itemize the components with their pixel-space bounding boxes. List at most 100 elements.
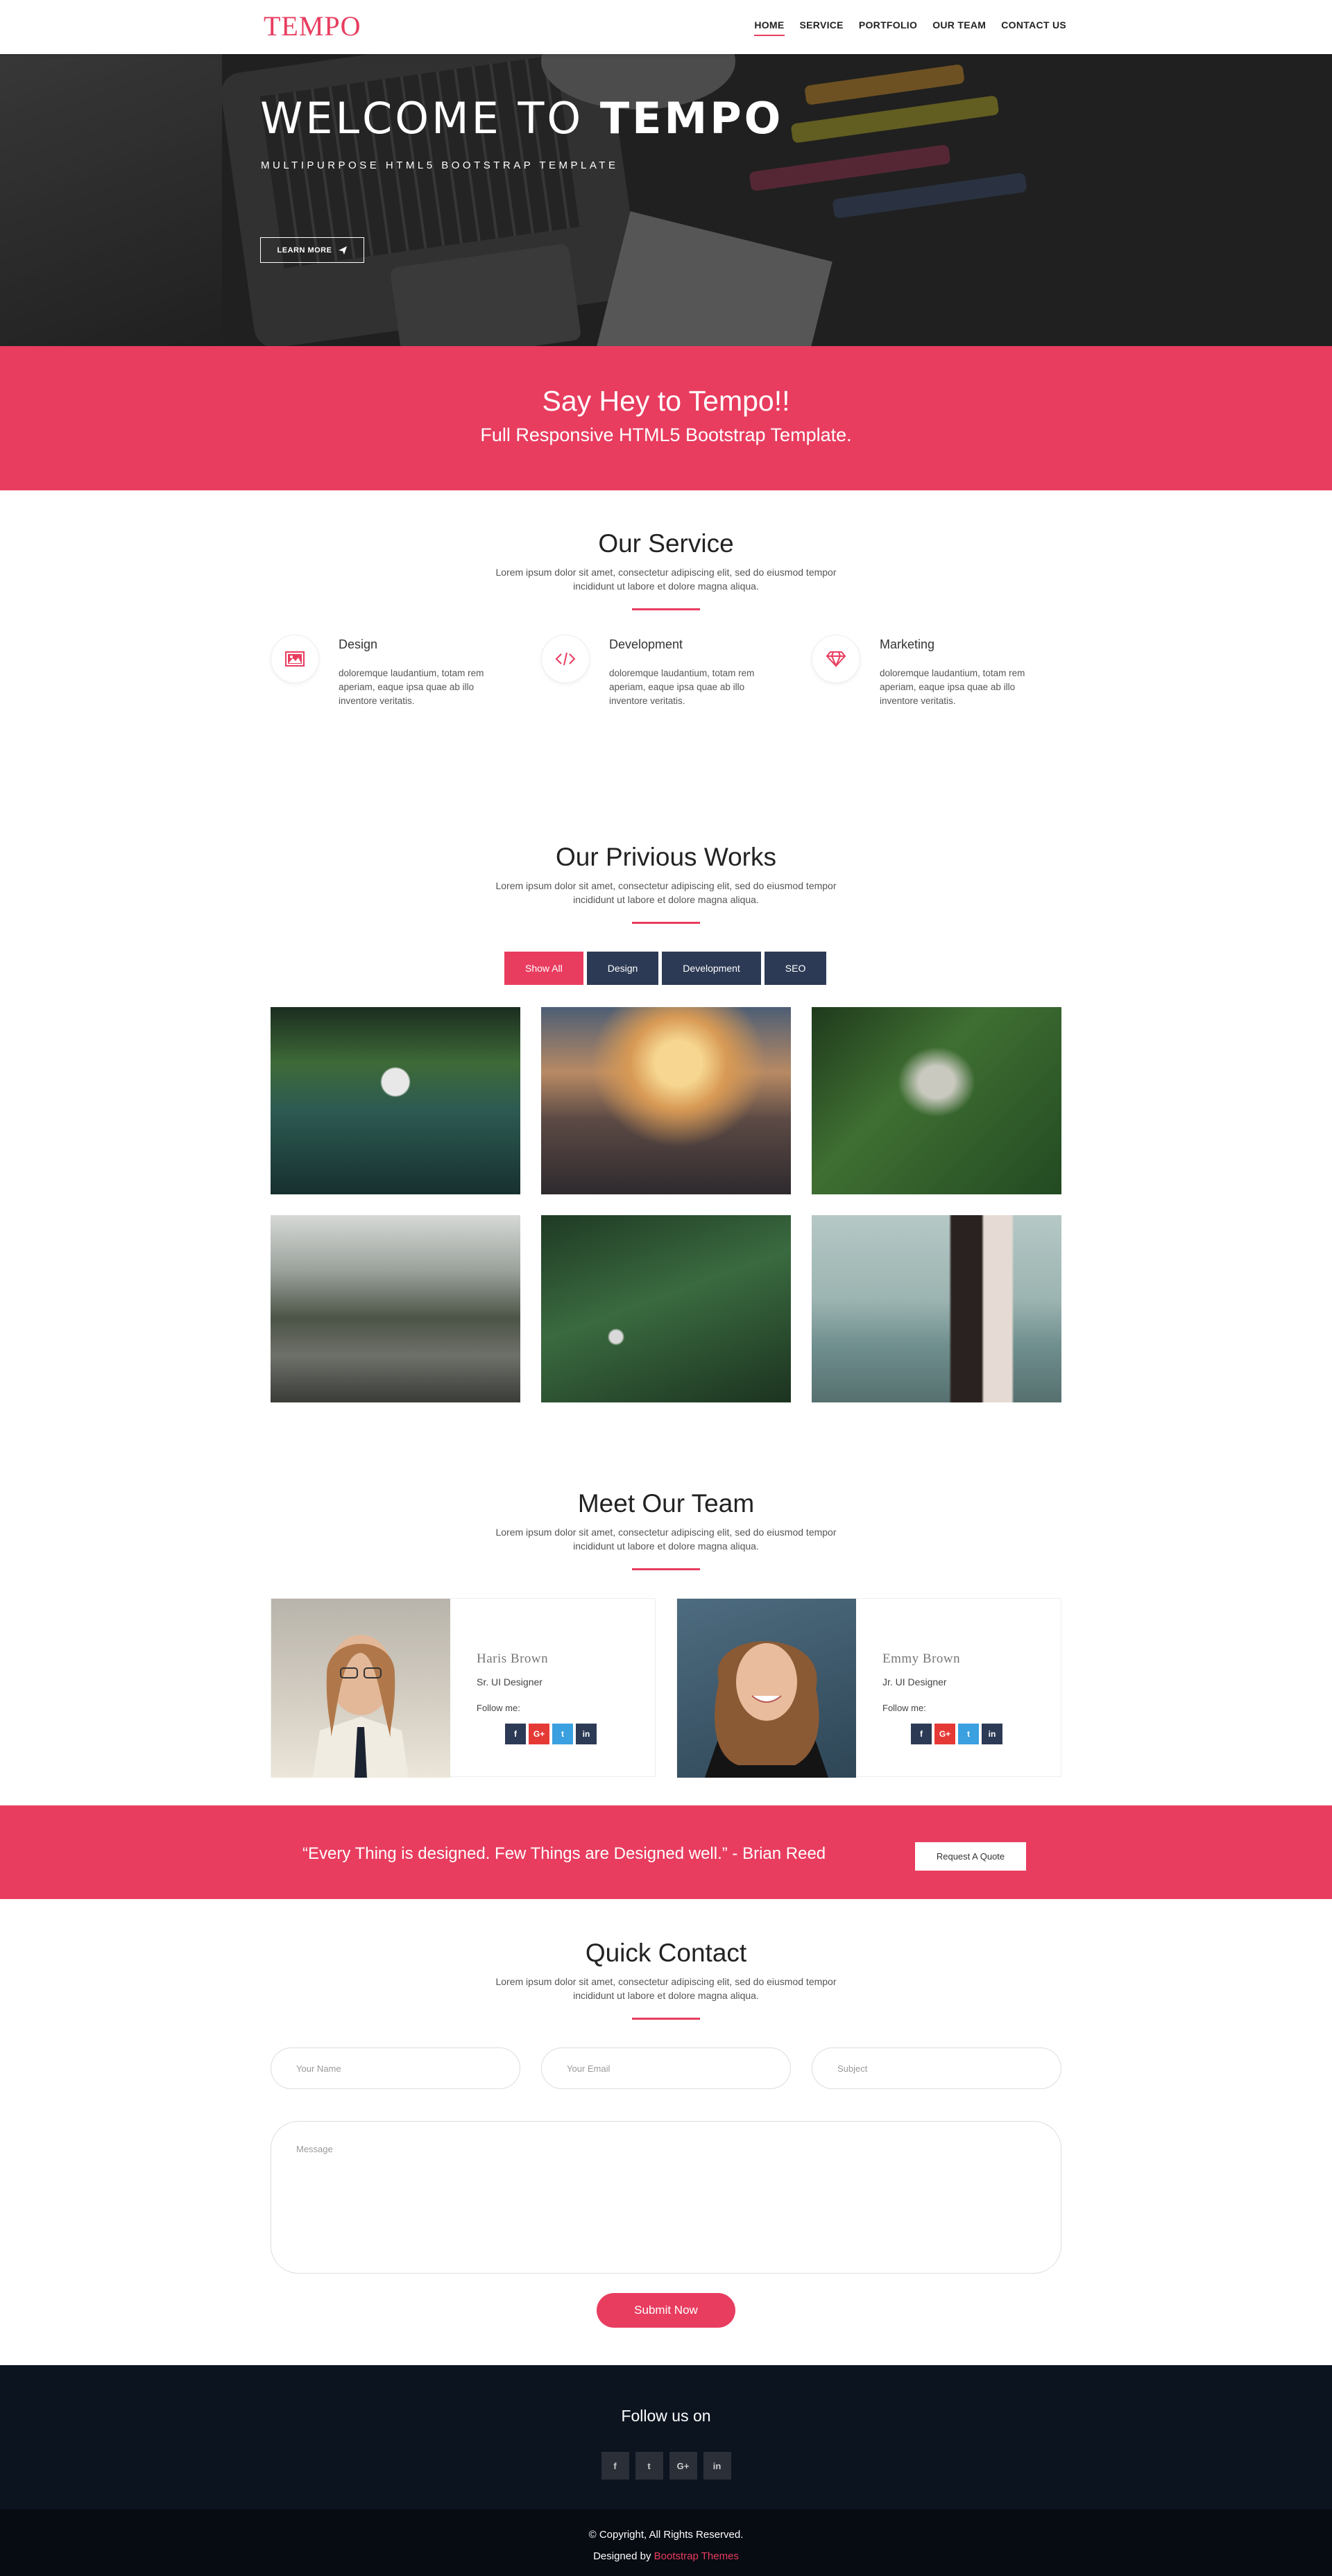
member-name: Haris Brown (477, 1651, 549, 1666)
follow-me-label: Follow me: (882, 1703, 926, 1713)
subject-field[interactable]: Subject (812, 2047, 1061, 2089)
title-divider (632, 1568, 700, 1570)
filter-seo[interactable]: SEO (764, 952, 827, 985)
google-plus-icon[interactable]: G+ (934, 1724, 955, 1744)
member-social: f G+ t in (911, 1724, 1002, 1744)
nav-contact-us[interactable]: CONTACT US (1001, 19, 1066, 36)
avatar (271, 1599, 450, 1778)
portfolio-item-trees[interactable] (541, 1215, 791, 1402)
banner-subtitle: Full Responsive HTML5 Bootstrap Template… (480, 424, 852, 445)
twitter-icon[interactable]: t (958, 1724, 979, 1744)
name-field[interactable]: Your Name (271, 2047, 520, 2089)
intro-line: Lorem ipsum dolor sit amet, consectetur … (495, 1527, 837, 1538)
member-role: Sr. UI Designer (477, 1676, 543, 1688)
paper-plane-icon (339, 246, 348, 255)
service-title: Our Service (598, 529, 734, 558)
filter-development[interactable]: Development (662, 952, 761, 985)
hero: WELCOME TO TEMPO MULTIPURPOSE HTML5 BOOT… (0, 54, 1332, 346)
hero-title-bold: TEMPO (599, 93, 784, 144)
hero-title: WELCOME TO TEMPO (260, 93, 783, 144)
facebook-icon[interactable]: f (601, 2452, 629, 2480)
portfolio-item-river[interactable] (271, 1215, 520, 1402)
nav-portfolio[interactable]: PORTFOLIO (859, 19, 917, 36)
follow-us-title: Follow us on (621, 2407, 711, 2425)
avatar (677, 1599, 856, 1778)
contact-title: Quick Contact (585, 1939, 747, 1967)
team-header: Meet Our Team Lorem ipsum dolor sit amet… (0, 1489, 1332, 1570)
message-field[interactable]: Message (271, 2121, 1061, 2274)
google-plus-icon[interactable]: G+ (669, 2452, 697, 2480)
member-social: f G+ t in (505, 1724, 597, 1744)
service-text: doloremque laudantium, totam rem aperiam… (609, 668, 755, 706)
promo-banner: Say Hey to Tempo!! Full Responsive HTML5… (0, 346, 1332, 490)
designed-by-label: Designed by (593, 2550, 654, 2562)
designer-link[interactable]: Bootstrap Themes (654, 2550, 739, 2562)
filter-show-all[interactable]: Show All (504, 952, 583, 985)
member-role: Jr. UI Designer (882, 1676, 947, 1688)
request-quote-button[interactable]: Request A Quote (915, 1842, 1026, 1871)
portfolio-item-blindfold[interactable] (812, 1215, 1061, 1402)
footer: Follow us on f t G+ in (0, 2365, 1332, 2509)
service-development: Development doloremque laudantium, totam… (541, 635, 770, 718)
quote-text: “Every Thing is designed. Few Things are… (302, 1844, 826, 1863)
email-field[interactable]: Your Email (541, 2047, 791, 2089)
title-divider (632, 922, 700, 924)
intro-line: incididunt ut labore et dolore magna ali… (573, 1990, 759, 2001)
member-name: Emmy Brown (882, 1651, 961, 1666)
banner-title: Say Hey to Tempo!! (542, 385, 790, 417)
code-icon (541, 635, 590, 683)
service-title-design: Design (339, 637, 378, 651)
intro-line: incididunt ut labore et dolore magna ali… (573, 894, 759, 905)
google-plus-icon[interactable]: G+ (529, 1724, 549, 1744)
footer-social: f t G+ in (0, 2452, 1332, 2480)
service-design: Design doloremque laudantium, totam rem … (271, 635, 500, 718)
team-intro: Lorem ipsum dolor sit amet, consectetur … (0, 1525, 1332, 1553)
portfolio-item-car[interactable] (271, 1007, 520, 1194)
navbar: TEMPO HOME SERVICE PORTFOLIO OUR TEAM CO… (0, 0, 1332, 54)
main-menu: HOME SERVICE PORTFOLIO OUR TEAM CONTACT … (754, 19, 1066, 36)
designed-by: Designed by Bootstrap Themes (0, 2550, 1332, 2562)
twitter-icon[interactable]: t (552, 1724, 573, 1744)
works-title: Our Privious Works (556, 843, 776, 871)
learn-more-button[interactable]: LEARN MORE (260, 237, 364, 263)
service-header: Our Service Lorem ipsum dolor sit amet, … (0, 529, 1332, 610)
service-title-marketing: Marketing (880, 637, 935, 651)
intro-line: Lorem ipsum dolor sit amet, consectetur … (495, 567, 837, 578)
title-divider (632, 608, 700, 610)
portfolio-item-city[interactable] (541, 1007, 791, 1194)
nav-service[interactable]: SERVICE (800, 19, 844, 36)
logo[interactable]: TEMPO (264, 10, 361, 42)
linkedin-icon[interactable]: in (576, 1724, 597, 1744)
copyright-text: © Copyright, All Rights Reserved. (588, 2529, 744, 2541)
hero-title-light: WELCOME TO (260, 93, 600, 144)
quote-banner: “Every Thing is designed. Few Things are… (0, 1805, 1332, 1899)
team-card: Emmy Brown Jr. UI Designer Follow me: f … (676, 1598, 1061, 1778)
submit-button[interactable]: Submit Now (597, 2293, 735, 2328)
team-card: Haris Brown Sr. UI Designer Follow me: f… (271, 1598, 656, 1778)
hero-subtitle: MULTIPURPOSE HTML5 BOOTSTRAP TEMPLATE (261, 160, 619, 171)
facebook-icon[interactable]: f (505, 1724, 526, 1744)
nav-our-team[interactable]: OUR TEAM (932, 19, 986, 36)
facebook-icon[interactable]: f (911, 1724, 932, 1744)
linkedin-icon[interactable]: in (982, 1724, 1002, 1744)
page: TEMPO HOME SERVICE PORTFOLIO OUR TEAM CO… (0, 0, 1332, 2576)
copyright-bar: © Copyright, All Rights Reserved. Design… (0, 2509, 1332, 2576)
works-header: Our Privious Works Lorem ipsum dolor sit… (0, 843, 1332, 924)
intro-line: incididunt ut labore et dolore magna ali… (573, 581, 759, 592)
intro-line: Lorem ipsum dolor sit amet, consectetur … (495, 1976, 837, 1987)
twitter-icon[interactable]: t (635, 2452, 663, 2480)
portfolio-filters: Show All Design Development SEO (504, 952, 827, 985)
team-title: Meet Our Team (577, 1489, 755, 1518)
service-intro: Lorem ipsum dolor sit amet, consectetur … (0, 565, 1332, 593)
title-divider (632, 2018, 700, 2020)
follow-me-label: Follow me: (477, 1703, 520, 1713)
service-text: doloremque laudantium, totam rem aperiam… (880, 668, 1025, 706)
linkedin-icon[interactable]: in (703, 2452, 731, 2480)
image-icon (271, 635, 319, 683)
filter-design[interactable]: Design (586, 952, 659, 985)
portfolio-item-forest-road[interactable] (812, 1007, 1061, 1194)
nav-home[interactable]: HOME (754, 19, 785, 36)
service-title-development: Development (609, 637, 683, 651)
intro-line: Lorem ipsum dolor sit amet, consectetur … (495, 880, 837, 891)
contact-intro: Lorem ipsum dolor sit amet, consectetur … (0, 1975, 1332, 2002)
